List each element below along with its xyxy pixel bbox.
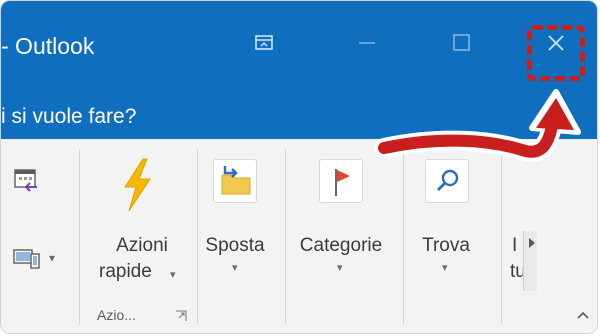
move-label: Sposta — [205, 235, 265, 256]
chevron-up-icon — [577, 311, 589, 319]
move-folder-icon — [221, 166, 251, 195]
quick-steps-group-label: Azio... — [97, 307, 136, 323]
ribbon-separator — [501, 149, 502, 325]
maximize-icon — [453, 34, 470, 51]
quick-steps-dropdown-arrow: ▾ — [170, 269, 176, 281]
scroll-right-icon — [529, 238, 535, 248]
flag-icon — [335, 169, 350, 196]
calendar-reply-button[interactable] — [11, 167, 41, 200]
close-icon — [548, 35, 564, 51]
devices-button[interactable]: ▾ — [11, 245, 55, 276]
move-dropdown-arrow: ▾ — [232, 262, 238, 274]
search-icon — [437, 169, 459, 191]
ribbon-separator — [79, 149, 80, 325]
devices-dropdown-arrow: ▾ — [49, 251, 56, 265]
minimize-button[interactable] — [343, 23, 391, 63]
quick-steps-dialog-launcher[interactable] — [175, 309, 187, 321]
devices-icon — [13, 249, 40, 269]
outlook-window: - Outlook i si vuole fare? ▾ Azioni rapi… — [0, 0, 598, 334]
ribbon-separator — [197, 149, 198, 325]
dialog-launcher-icon — [176, 310, 187, 321]
find-label: Trova — [422, 235, 470, 256]
window-title: - Outlook — [1, 33, 95, 59]
calendar-reply-icon — [14, 169, 37, 192]
tags-label: Categorie — [299, 235, 383, 256]
close-button[interactable] — [527, 25, 585, 81]
ribbon: ▾ Azioni rapide ▾ Azio... Sposta ▾ Categ… — [1, 139, 597, 333]
ribbon-separator — [285, 149, 286, 325]
ribbon-separator — [403, 149, 404, 325]
tell-me-bar[interactable]: i si vuole fare? — [1, 87, 597, 139]
find-icon-box — [425, 159, 469, 203]
quick-steps-label-line1: Azioni — [116, 235, 168, 256]
ribbon-display-options-button[interactable] — [239, 23, 287, 63]
truncated-label-line1: I — [512, 235, 518, 256]
lightning-icon — [124, 158, 151, 212]
collapse-ribbon-button[interactable] — [573, 305, 593, 325]
maximize-button[interactable] — [437, 23, 485, 63]
find-dropdown-arrow: ▾ — [442, 262, 448, 274]
ribbon-display-options-icon — [255, 35, 273, 50]
tell-me-input[interactable]: i si vuole fare? — [1, 105, 136, 129]
ribbon-scroll-right-button[interactable] — [523, 231, 537, 291]
minimize-icon — [359, 42, 375, 44]
quick-steps-label-line2: rapide — [99, 261, 152, 282]
title-bar: - Outlook — [1, 1, 597, 87]
move-icon-box — [213, 159, 257, 203]
tags-icon-box — [319, 159, 363, 203]
tags-dropdown-arrow: ▾ — [337, 262, 343, 274]
